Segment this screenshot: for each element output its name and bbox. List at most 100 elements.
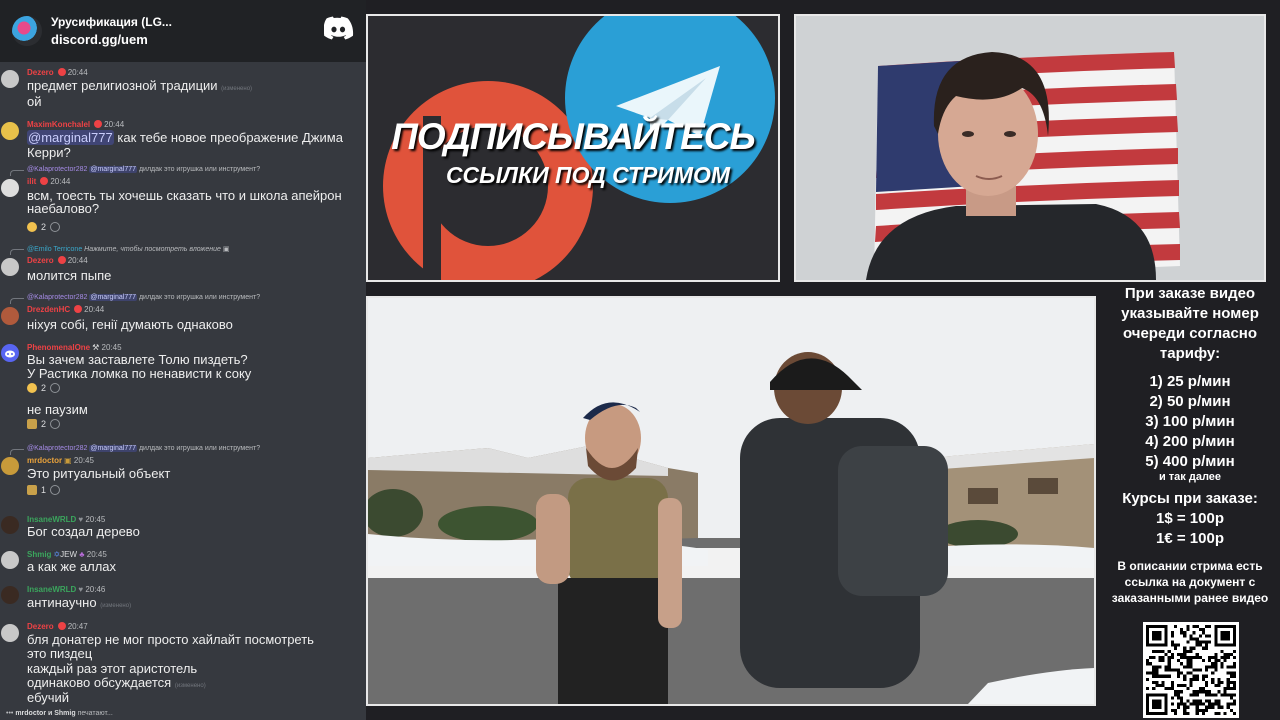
message-text: антинаучно (изменено) <box>27 596 131 613</box>
and-more-note: и так далее <box>1158 471 1222 483</box>
message-line: наебалово? <box>27 201 100 216</box>
reaction[interactable]: 1 <box>27 485 46 495</box>
avatar[interactable] <box>1 624 19 642</box>
video-player[interactable] <box>366 296 1096 706</box>
rate-usd: 1$ = 100р <box>1156 510 1224 527</box>
message-line: антинаучно <box>27 595 97 610</box>
add-reaction-icon[interactable] <box>50 419 61 429</box>
reaction-count: 1 <box>41 485 47 495</box>
reply-preview[interactable]: @Emilo Terricone Нажмите, чтобы посмотре… <box>27 245 229 253</box>
author-name[interactable]: mrdoctor <box>27 456 62 465</box>
promo-title: ПОДПИСЫВАЙТЕСЬ <box>391 116 755 157</box>
add-reaction-icon[interactable] <box>50 222 61 232</box>
qr-code-icon[interactable] <box>1143 622 1239 718</box>
reply-mention: @marginal777 <box>89 445 138 452</box>
image-icon: ▣ <box>222 246 230 253</box>
author-name[interactable]: InsaneWRLD <box>27 515 76 524</box>
message-meta: Dezero 20:44 <box>27 68 88 77</box>
timestamp: 20:44 <box>50 177 71 186</box>
role-badge-icon <box>57 622 66 630</box>
reply-preview[interactable]: @Kalaprotector282 @marginal777 дилдак эт… <box>27 294 260 301</box>
author-name[interactable]: Shmig <box>27 550 51 559</box>
author-name[interactable]: DrezdenHC <box>27 305 70 314</box>
message-text: @marginal777 как тебе новое преображение… <box>27 130 343 145</box>
reply-text: дилдак это игрушка или инструмент? <box>138 445 261 452</box>
timestamp: 20:47 <box>67 622 88 631</box>
reply-connector <box>10 298 24 304</box>
reply-mention: @marginal777 <box>89 294 138 301</box>
message-list[interactable]: Dezero 20:44 предмет религиозной традиции… <box>0 62 366 720</box>
reply-connector <box>10 170 24 176</box>
reply-text: дилдак это игрушка или инструмент? <box>138 166 261 173</box>
webcam-image <box>796 16 1264 280</box>
timestamp: 20:45 <box>86 550 107 559</box>
avatar[interactable] <box>1 586 19 604</box>
message-line: ебучий <box>27 690 70 705</box>
message-line: бля донатер не мог просто хайлайт посмот… <box>27 632 314 647</box>
avatar[interactable] <box>1 179 19 197</box>
order-info-panel: При заказе видео указывайте номер очеред… <box>1100 282 1280 720</box>
add-reaction-icon[interactable] <box>50 383 61 393</box>
avatar[interactable] <box>1 122 19 140</box>
message-line: предмет религиозной традиции <box>27 78 218 93</box>
timestamp: 20:44 <box>67 68 88 77</box>
reaction[interactable]: 2 <box>27 383 46 393</box>
message-line: Это ритуальный объект <box>27 466 171 481</box>
tariff-item: 1) 25 р/мин <box>1149 373 1231 390</box>
reply-author: @Kalaprotector282 <box>27 166 88 173</box>
message-line: как тебе новое преображение Джима <box>117 130 343 145</box>
avatar[interactable] <box>1 70 19 88</box>
add-reaction-icon[interactable] <box>50 485 61 495</box>
edited-tag: (изменено) <box>100 603 132 609</box>
description-note: В описании стрима есть ссылка на докумен… <box>1111 559 1269 605</box>
reply-preview[interactable]: @Kalaprotector282 @marginal777 дилдак эт… <box>27 445 260 452</box>
role-badge-icon <box>40 177 49 185</box>
message-meta: DrezdenHC 20:44 <box>27 305 104 314</box>
server-invite-link[interactable]: discord.gg/uem <box>51 31 172 48</box>
typing-suffix: печатают... <box>77 710 113 717</box>
message-meta: MaximKonchalel 20:44 <box>27 120 124 129</box>
role-badge: JEW <box>60 550 78 559</box>
author-name[interactable]: Dezero <box>27 256 54 265</box>
message-line: а как же аллах <box>27 559 117 574</box>
user-mention[interactable]: @marginal777 <box>27 130 114 145</box>
message-meta: InsaneWRLD ♥ 20:45 <box>27 515 105 524</box>
reply-connector <box>10 249 24 255</box>
author-name[interactable]: Dezero <box>27 622 54 631</box>
author-name[interactable]: PhenomenalOne <box>27 343 90 352</box>
reaction[interactable]: 2 <box>27 419 46 429</box>
timestamp: 20:44 <box>104 120 125 129</box>
role-badge-icon <box>57 68 66 76</box>
author-name[interactable]: ilit <box>27 177 36 186</box>
avatar[interactable] <box>1 258 19 276</box>
emoji-icon <box>27 485 37 495</box>
reaction[interactable]: 2 <box>27 222 46 232</box>
avatar[interactable] <box>1 307 19 325</box>
author-name[interactable]: MaximKonchalel <box>27 120 90 129</box>
message-meta: mrdoctor ▣ 20:45 <box>27 456 94 465</box>
reply-mention: @marginal777 <box>89 166 138 173</box>
discord-logo-icon <box>324 16 354 40</box>
promo-banner: ПОДПИСЫВАЙТЕСЬ ССЫЛКИ ПОД СТРИМОМ <box>366 14 780 282</box>
rate-eur: 1€ = 100р <box>1156 530 1224 547</box>
tariff-item: 3) 100 р/мин <box>1145 413 1235 430</box>
avatar[interactable] <box>1 516 19 534</box>
reply-text: дилдак это игрушка или инструмент? <box>138 294 261 301</box>
message-line: каждый раз этот аристотель <box>27 661 198 676</box>
order-heading: При заказе видео указывайте номер очеред… <box>1121 285 1259 362</box>
avatar[interactable] <box>1 457 19 475</box>
avatar[interactable] <box>1 344 19 362</box>
server-icon[interactable] <box>12 16 42 46</box>
message-meta: InsaneWRLD ♥ 20:46 <box>27 585 105 594</box>
server-info: Урусификация (LG... discord.gg/uem <box>51 14 172 48</box>
author-name[interactable]: InsaneWRLD <box>27 585 76 594</box>
reaction-count: 2 <box>41 419 47 429</box>
tariff-item: 2) 50 р/мин <box>1149 393 1231 410</box>
avatar[interactable] <box>1 551 19 569</box>
emoji-icon <box>27 419 37 429</box>
author-name[interactable]: Dezero <box>27 68 54 77</box>
badge-icon: ▣ <box>64 456 72 465</box>
reply-preview[interactable]: @Kalaprotector282 @marginal777 дилдак эт… <box>27 166 260 173</box>
edited-tag: (изменено) <box>221 86 253 92</box>
reaction-count: 2 <box>41 222 47 232</box>
